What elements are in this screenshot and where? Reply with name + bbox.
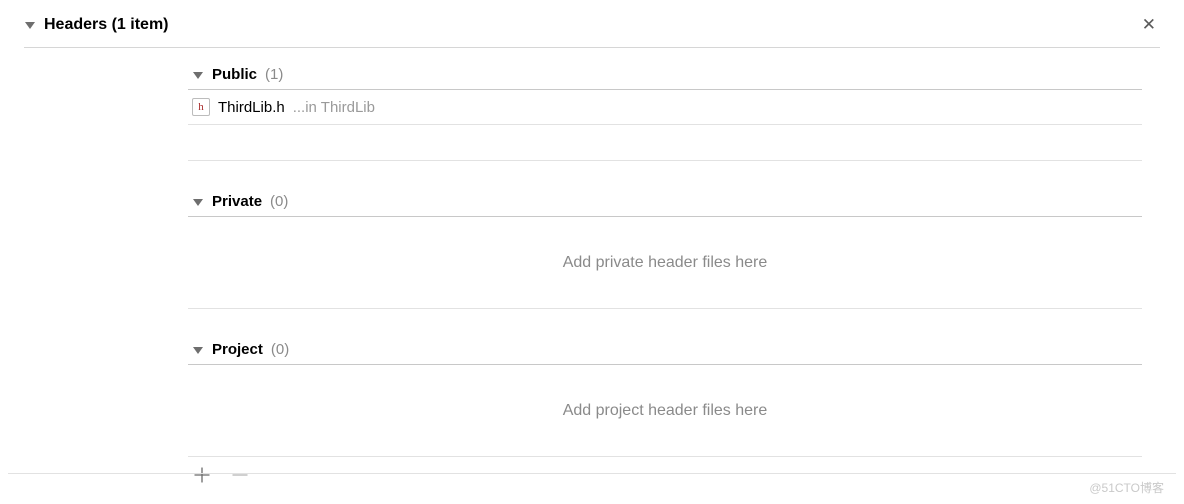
file-path: ...in ThirdLib xyxy=(293,99,375,116)
close-icon[interactable]: ✕ xyxy=(1138,14,1160,35)
public-section-header[interactable]: Public (1) xyxy=(188,66,1142,90)
project-placeholder: Add project header files here xyxy=(563,402,768,420)
empty-row xyxy=(188,125,1142,161)
disclosure-triangle-icon[interactable] xyxy=(192,344,204,356)
private-section: Private (0) Add private header files her… xyxy=(188,193,1142,309)
section-header-row: Headers (1 item) ✕ xyxy=(24,14,1160,48)
public-section-title: Public xyxy=(212,66,257,83)
private-section-header[interactable]: Private (0) xyxy=(188,193,1142,217)
watermark: @51CTO博客 xyxy=(1089,479,1164,496)
project-section-count: (0) xyxy=(271,341,289,358)
footer-controls xyxy=(188,457,1142,497)
headers-title: Headers (1 item) xyxy=(44,16,169,34)
disclosure-triangle-icon[interactable] xyxy=(24,19,36,31)
private-placeholder: Add private header files here xyxy=(563,254,768,272)
project-drop-zone[interactable]: Add project header files here xyxy=(188,365,1142,457)
private-section-title: Private xyxy=(212,193,262,210)
disclosure-triangle-icon[interactable] xyxy=(192,196,204,208)
project-section-title: Project xyxy=(212,341,263,358)
public-section: Public (1) h ThirdLib.h ...in ThirdLib xyxy=(188,66,1142,161)
disclosure-triangle-icon[interactable] xyxy=(192,69,204,81)
file-row[interactable]: h ThirdLib.h ...in ThirdLib xyxy=(188,90,1142,125)
private-drop-zone[interactable]: Add private header files here xyxy=(188,217,1142,309)
add-button-icon[interactable] xyxy=(192,465,212,485)
private-section-count: (0) xyxy=(270,193,288,210)
remove-button-icon[interactable] xyxy=(230,465,250,485)
file-name: ThirdLib.h xyxy=(218,99,285,116)
bottom-divider xyxy=(8,473,1176,474)
project-section-header[interactable]: Project (0) xyxy=(188,341,1142,365)
header-file-icon: h xyxy=(192,98,210,116)
public-section-count: (1) xyxy=(265,66,283,83)
